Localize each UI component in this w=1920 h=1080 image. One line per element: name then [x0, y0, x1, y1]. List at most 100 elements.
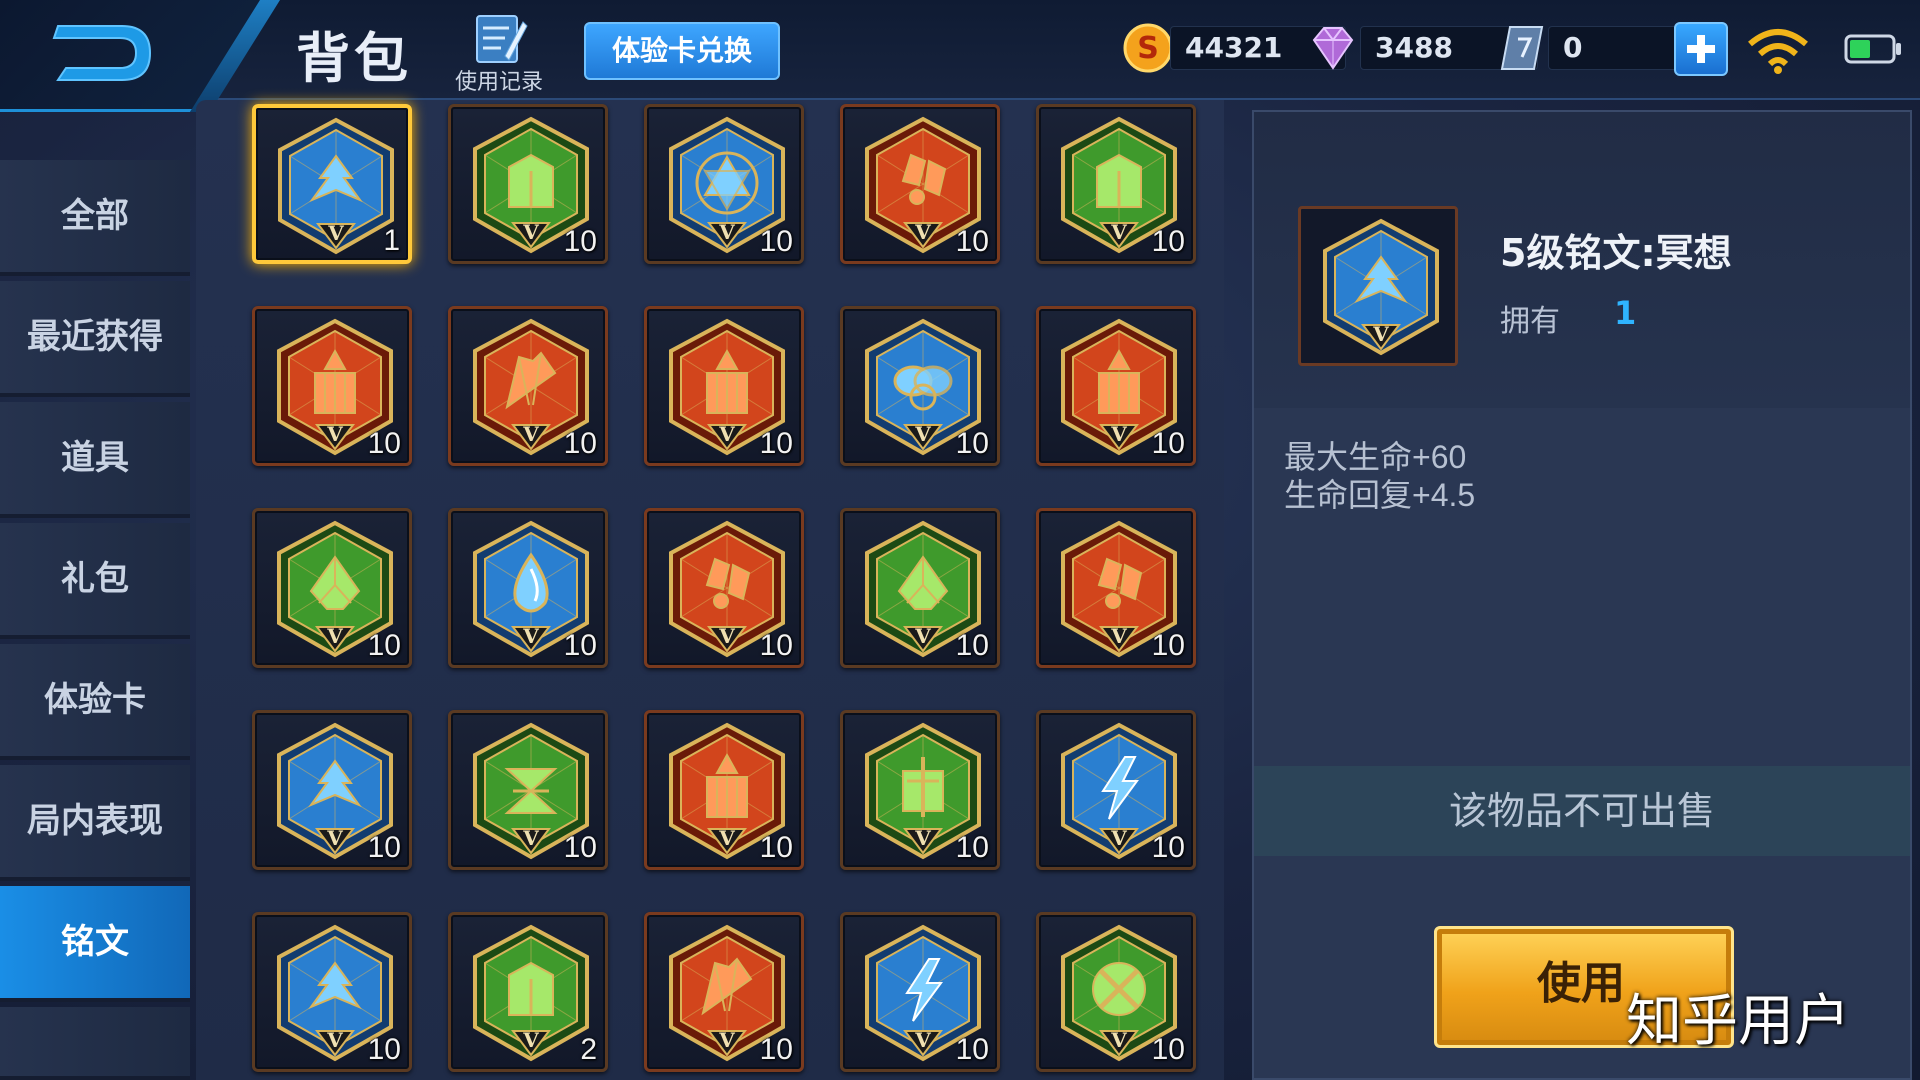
inscription-tile[interactable]: V 10 — [644, 912, 804, 1072]
inscription-tile[interactable]: V 10 — [840, 710, 1000, 870]
usage-history-button[interactable]: 使用记录 — [444, 8, 554, 98]
svg-text:V: V — [718, 826, 735, 850]
inscription-count: 10 — [1151, 427, 1185, 460]
svg-text:V: V — [914, 1028, 931, 1052]
sidebar-item-more[interactable] — [0, 1007, 190, 1080]
svg-text:V: V — [1110, 826, 1127, 850]
inscription-tile[interactable]: V 10 — [1036, 710, 1196, 870]
svg-text:V: V — [718, 1028, 735, 1052]
inscription-count: 10 — [759, 225, 793, 258]
inscription-count: 10 — [955, 629, 989, 662]
battery-icon — [1844, 34, 1901, 64]
voucher-card-icon — [1500, 26, 1544, 70]
svg-text:V: V — [1110, 624, 1127, 648]
inscription-tile[interactable]: V 10 — [644, 306, 804, 466]
inscription-tile[interactable]: V 10 — [840, 912, 1000, 1072]
back-button[interactable] — [44, 16, 164, 90]
inscription-tile[interactable]: V 10 — [252, 508, 412, 668]
sidebar-item-gift-packs[interactable]: 礼包 — [0, 523, 190, 639]
sidebar-item-recent[interactable]: 最近获得 — [0, 281, 190, 397]
inscription-tile[interactable]: V 10 — [644, 104, 804, 264]
inscription-count: 10 — [1151, 225, 1185, 258]
sidebar-item-props[interactable]: 道具 — [0, 402, 190, 518]
inscription-wing-icon: V — [1323, 218, 1439, 356]
inscription-tile[interactable]: V 10 — [840, 306, 1000, 466]
inscription-tile[interactable]: V 10 — [1036, 306, 1196, 466]
inscription-count: 10 — [563, 831, 597, 864]
inscription-tile[interactable]: V 10 — [1036, 912, 1196, 1072]
inscription-count: 10 — [367, 831, 401, 864]
detail-inscription-icon: V — [1298, 206, 1458, 366]
inscription-count: 10 — [955, 225, 989, 258]
inscription-tile[interactable]: V 10 — [1036, 508, 1196, 668]
inscription-tile[interactable]: V 2 — [448, 912, 608, 1072]
svg-text:V: V — [914, 826, 931, 850]
svg-text:V: V — [327, 221, 344, 245]
svg-text:V: V — [522, 624, 539, 648]
svg-text:V: V — [326, 1028, 343, 1052]
sidebar-item-inscriptions[interactable]: 铭文 — [0, 886, 190, 1002]
svg-text:V: V — [914, 624, 931, 648]
item-name: 5级铭文:冥想 — [1500, 231, 1732, 275]
owned-count: 1 — [1614, 294, 1637, 332]
diamond-icon — [1312, 27, 1354, 70]
svg-text:V: V — [914, 422, 931, 446]
inscription-count: 10 — [367, 427, 401, 460]
inscription-tile[interactable]: V 10 — [840, 508, 1000, 668]
inscription-count: 10 — [563, 225, 597, 258]
stat-line: 生命回复+4.5 — [1284, 477, 1476, 513]
inscription-tile[interactable]: V 10 — [252, 710, 412, 870]
recharge-plus-button[interactable] — [1674, 22, 1728, 76]
inscription-count: 10 — [1151, 1033, 1185, 1066]
svg-text:V: V — [522, 220, 539, 244]
back-arrow-icon — [52, 25, 152, 81]
inscription-tile[interactable]: V 10 — [448, 306, 608, 466]
inscription-count: 10 — [759, 427, 793, 460]
inscription-grid: V 1 V 10 V 10 V 10 V 10 V 10 V 10 V 10 V… — [196, 100, 1224, 1080]
svg-text:V: V — [718, 422, 735, 446]
inscription-count: 10 — [1151, 629, 1185, 662]
inscription-tile[interactable]: V 10 — [1036, 104, 1196, 264]
inscription-count: 10 — [955, 831, 989, 864]
category-sidebar: 全部 最近获得 道具 礼包 体验卡 局内表现 铭文 — [0, 116, 190, 1080]
inscription-count: 10 — [955, 1033, 989, 1066]
svg-text:V: V — [1110, 220, 1127, 244]
svg-text:V: V — [522, 1028, 539, 1052]
inscription-gate-icon: V — [473, 924, 589, 1062]
watermark: 知乎用户 — [1626, 989, 1850, 1054]
svg-text:V: V — [1372, 322, 1389, 346]
inscription-tile[interactable]: V 1 — [252, 104, 412, 264]
svg-text:V: V — [522, 826, 539, 850]
trial-card-exchange-button[interactable]: 体验卡兑换 — [584, 22, 780, 80]
inscription-tile[interactable]: V 10 — [252, 306, 412, 466]
inscription-count: 10 — [1151, 831, 1185, 864]
inscription-count: 10 — [563, 629, 597, 662]
inscription-count: 10 — [759, 629, 793, 662]
owned-label: 拥有 — [1500, 304, 1560, 339]
item-stats: 最大生命+60 生命回复+4.5 — [1284, 438, 1475, 514]
inscription-count: 10 — [563, 427, 597, 460]
inscription-count: 2 — [580, 1033, 597, 1066]
svg-text:V: V — [914, 220, 931, 244]
inscription-count: 10 — [367, 1033, 401, 1066]
inscription-tile[interactable]: V 10 — [840, 104, 1000, 264]
inscription-count: 1 — [383, 224, 400, 257]
inscription-tile[interactable]: V 10 — [448, 104, 608, 264]
gold-coin-icon: S — [1123, 23, 1173, 73]
svg-text:V: V — [1110, 1028, 1127, 1052]
svg-text:V: V — [326, 624, 343, 648]
wifi-icon — [1748, 29, 1808, 74]
inscription-count: 10 — [759, 831, 793, 864]
inscription-tile[interactable]: V 10 — [448, 710, 608, 870]
page-title: 背包 — [296, 27, 412, 90]
sidebar-item-all[interactable]: 全部 — [0, 160, 190, 276]
svg-text:V: V — [326, 422, 343, 446]
sidebar-item-in-game-effects[interactable]: 局内表现 — [0, 765, 190, 881]
inscription-tile[interactable]: V 10 — [644, 710, 804, 870]
inscription-count: 10 — [367, 629, 401, 662]
svg-text:V: V — [326, 826, 343, 850]
inscription-tile[interactable]: V 10 — [252, 912, 412, 1072]
sidebar-item-trial-cards[interactable]: 体验卡 — [0, 644, 190, 760]
inscription-tile[interactable]: V 10 — [644, 508, 804, 668]
inscription-tile[interactable]: V 10 — [448, 508, 608, 668]
